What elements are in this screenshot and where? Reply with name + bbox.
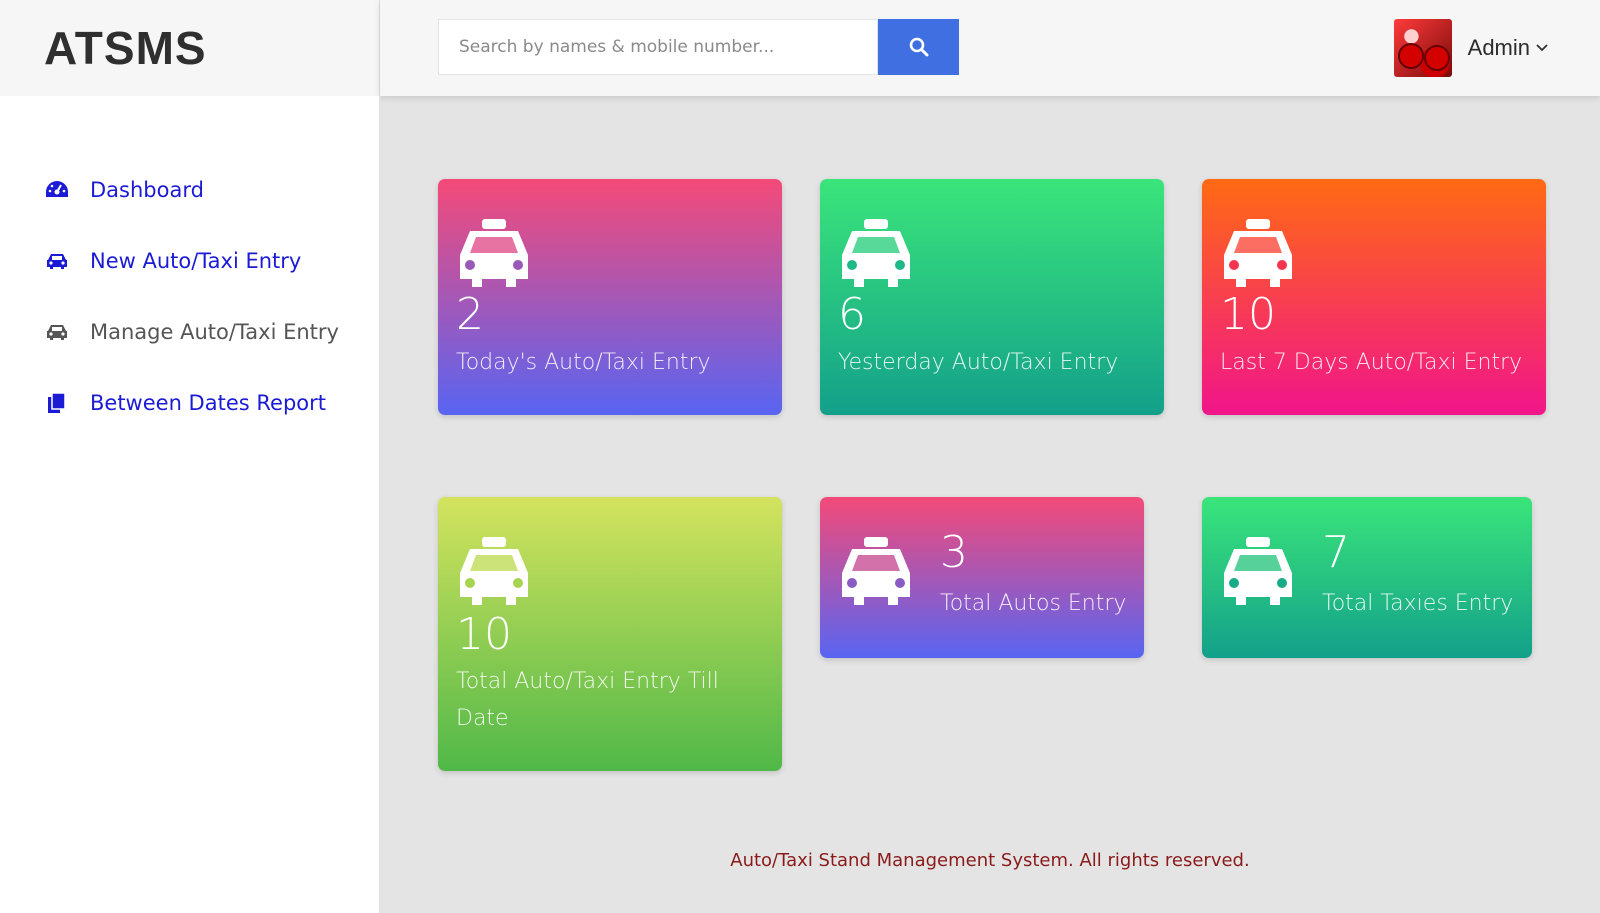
stat-value: 7	[1322, 527, 1350, 578]
sidebar: Dashboard New Auto/Taxi Entry Manage Aut…	[0, 96, 380, 913]
search-button[interactable]	[878, 19, 959, 75]
stat-card-yesterday[interactable]: 6 Yesterday Auto/Taxi Entry	[820, 179, 1164, 415]
sidebar-item-between-dates-report[interactable]: Between Dates Report	[0, 367, 379, 438]
stat-value: 2	[456, 289, 484, 340]
stat-label: Today's Auto/Taxi Entry	[456, 350, 711, 375]
sidebar-item-new-entry[interactable]: New Auto/Taxi Entry	[0, 225, 379, 296]
stat-value: 3	[940, 527, 968, 578]
chevron-down-icon	[1536, 44, 1548, 52]
avatar	[1393, 19, 1452, 77]
footer-text: Auto/Taxi Stand Management System. All r…	[730, 850, 1250, 871]
car-icon	[44, 252, 70, 270]
top-bar: Admin	[380, 0, 1600, 96]
stat-label: Total Autos Entry	[940, 591, 1127, 616]
sidebar-item-manage-entry[interactable]: Manage Auto/Taxi Entry	[0, 296, 379, 367]
stat-card-total-till-date[interactable]: 10 Total Auto/Taxi Entry Till Date	[438, 497, 782, 771]
taxi-icon	[1224, 219, 1292, 287]
taxi-icon	[1224, 537, 1292, 605]
taxi-icon	[842, 537, 910, 605]
stat-card-total-taxies[interactable]: 7 Total Taxies Entry	[1202, 497, 1532, 658]
brand-area: ATSMS	[0, 0, 380, 96]
stat-value: 10	[1220, 289, 1276, 340]
user-name: Admin	[1467, 35, 1530, 60]
user-menu[interactable]: Admin	[1393, 19, 1548, 77]
search-form	[438, 19, 959, 75]
stat-label: Total Auto/Taxi Entry Till Date	[456, 669, 719, 731]
stat-label: Last 7 Days Auto/Taxi Entry	[1220, 350, 1523, 375]
sidebar-item-label: New Auto/Taxi Entry	[90, 248, 302, 273]
search-icon	[909, 37, 928, 57]
sidebar-item-label: Dashboard	[90, 177, 204, 202]
sidebar-item-label: Between Dates Report	[90, 390, 326, 415]
taxi-icon	[460, 537, 528, 605]
taxi-icon	[842, 219, 910, 287]
stat-card-last-7-days[interactable]: 10 Last 7 Days Auto/Taxi Entry	[1202, 179, 1546, 415]
sidebar-item-label: Manage Auto/Taxi Entry	[90, 319, 339, 344]
stat-card-total-autos[interactable]: 3 Total Autos Entry	[820, 497, 1144, 658]
dashboard-icon	[44, 179, 70, 201]
stat-value: 10	[456, 609, 512, 660]
files-icon	[44, 391, 70, 414]
taxi-icon	[460, 219, 528, 287]
car-icon	[44, 323, 70, 341]
brand-title[interactable]: ATSMS	[44, 21, 207, 75]
stat-value: 6	[838, 289, 866, 340]
stat-label: Total Taxies Entry	[1322, 591, 1514, 616]
stat-label: Yesterday Auto/Taxi Entry	[838, 350, 1119, 375]
stat-card-today[interactable]: 2 Today's Auto/Taxi Entry	[438, 179, 782, 415]
sidebar-item-dashboard[interactable]: Dashboard	[0, 154, 379, 225]
search-input[interactable]	[438, 19, 878, 75]
sidebar-nav: Dashboard New Auto/Taxi Entry Manage Aut…	[0, 96, 379, 438]
